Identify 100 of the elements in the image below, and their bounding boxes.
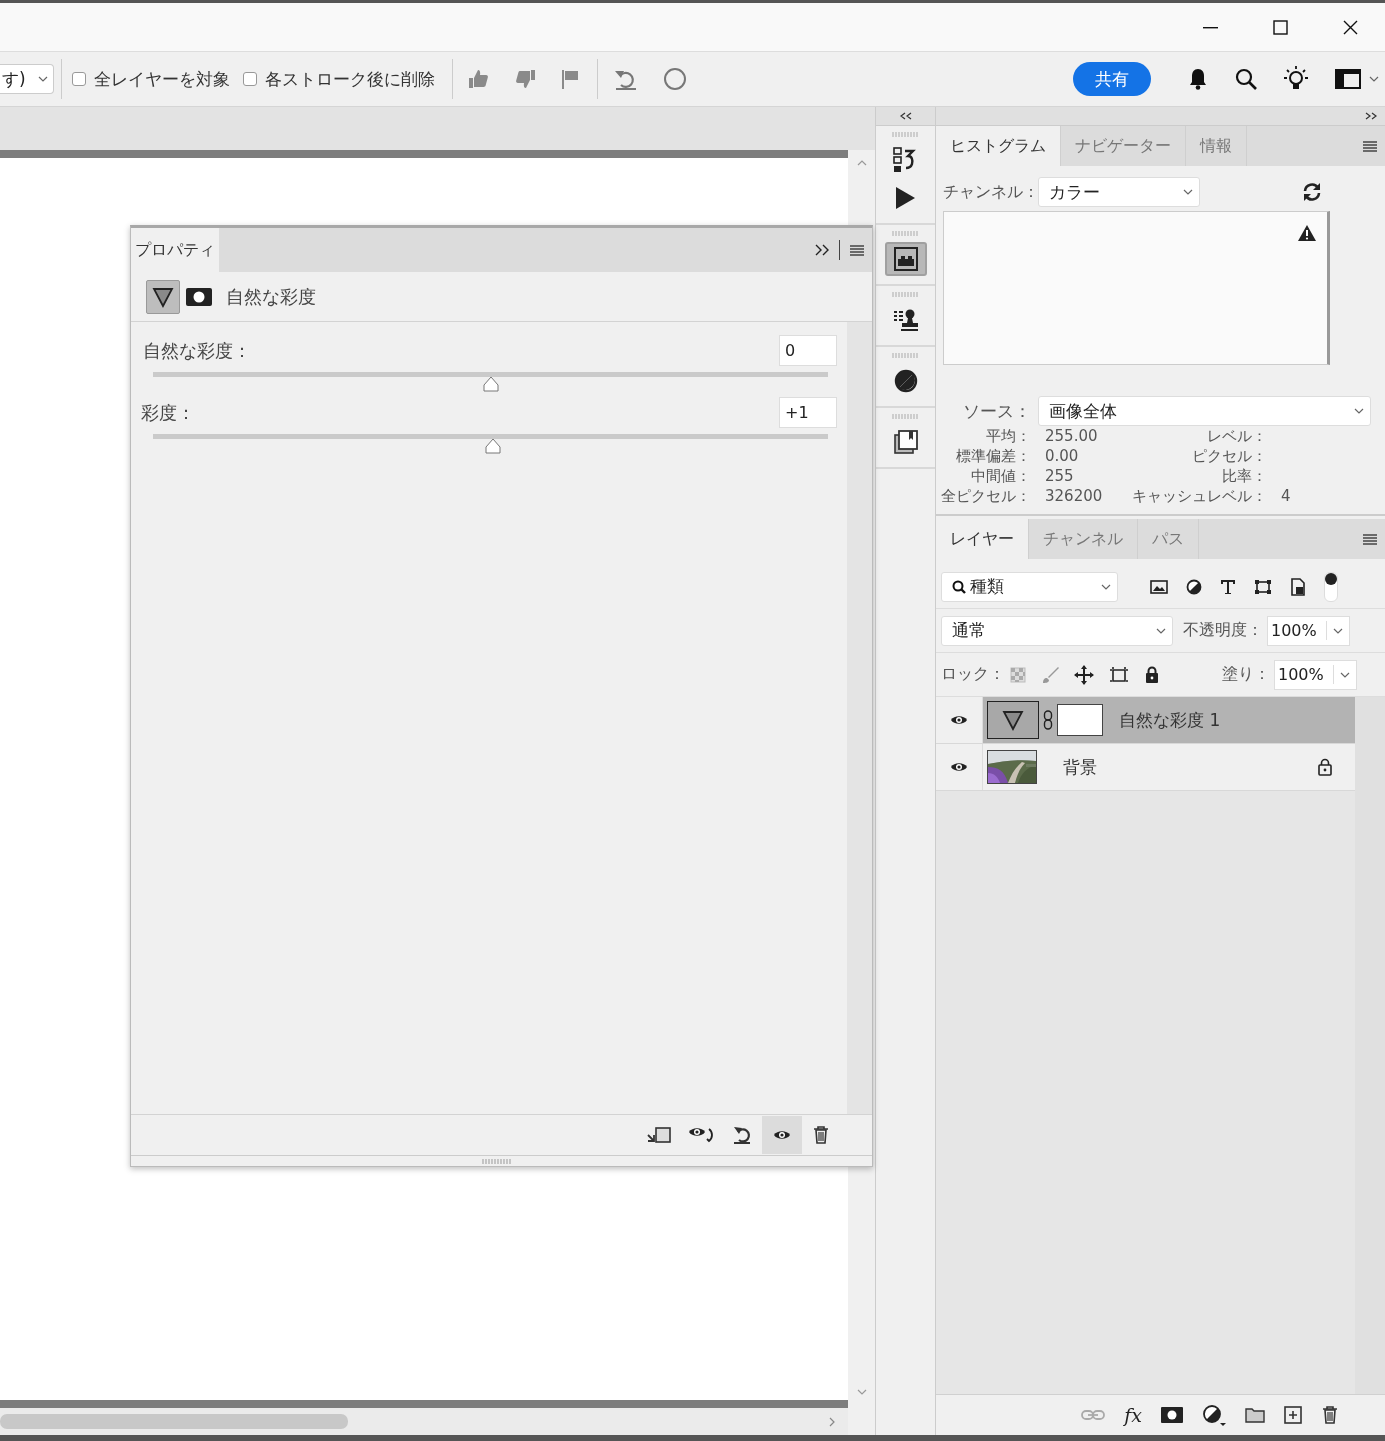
- half-circle-icon[interactable]: [1202, 1404, 1226, 1426]
- type-icon[interactable]: [1220, 578, 1236, 595]
- value-field[interactable]: 0: [779, 335, 837, 366]
- folder-icon[interactable]: [1245, 1407, 1265, 1423]
- chevron-down-icon[interactable]: [1101, 583, 1111, 590]
- thumbs-down-icon[interactable]: [514, 69, 536, 89]
- layer-row[interactable]: 背景: [936, 744, 1355, 791]
- fill-label: 塗り：: [1222, 664, 1270, 685]
- visibility-button[interactable]: [762, 1116, 802, 1154]
- lock-label: ロック：: [941, 664, 1005, 685]
- search-icon[interactable]: [1235, 68, 1257, 90]
- panel-tab[interactable]: プロパティ: [131, 228, 219, 272]
- scrollbar[interactable]: [847, 322, 872, 1114]
- smart-object-icon[interactable]: [1290, 577, 1306, 596]
- menu-icon[interactable]: [850, 244, 864, 256]
- checkerboard-icon[interactable]: [1010, 666, 1026, 683]
- close-icon[interactable]: [1342, 19, 1358, 35]
- bell-icon[interactable]: [1187, 68, 1209, 90]
- adjustment-button[interactable]: [146, 279, 180, 314]
- eye-cycle-icon[interactable]: [688, 1125, 716, 1145]
- scrollbar[interactable]: [1355, 697, 1385, 1394]
- eye-icon[interactable]: [950, 760, 968, 774]
- new-layer-icon[interactable]: [1284, 1406, 1302, 1424]
- scrollbar-thumb[interactable]: [0, 1414, 348, 1429]
- reset-icon[interactable]: [732, 1124, 752, 1146]
- expand-icon[interactable]: [1365, 112, 1377, 120]
- collapse-icon[interactable]: [899, 112, 912, 120]
- stat-label: 標準偏差：: [955, 447, 1031, 467]
- preset-dropdown[interactable]: す): [0, 64, 54, 94]
- artboard-icon[interactable]: [1109, 665, 1129, 684]
- chevron-down-icon[interactable]: [1333, 627, 1343, 634]
- lightbulb-icon[interactable]: [1283, 66, 1309, 92]
- checkbox[interactable]: [243, 72, 257, 86]
- stat-value: 0.00: [1044, 447, 1080, 467]
- stat-value: 255.00: [1044, 427, 1099, 447]
- warning-icon[interactable]: [1297, 224, 1317, 242]
- circle-icon[interactable]: [663, 67, 687, 91]
- clip-to-layer-icon[interactable]: [646, 1126, 672, 1144]
- dock-button[interactable]: [884, 242, 927, 276]
- checkbox[interactable]: [72, 72, 86, 86]
- adjustment-title: 自然な彩度: [226, 284, 316, 309]
- move-icon[interactable]: [1074, 664, 1094, 685]
- chevron-down-icon[interactable]: [1354, 408, 1364, 414]
- effects-button[interactable]: fx: [1124, 1404, 1142, 1426]
- lock-icon[interactable]: [1144, 665, 1160, 684]
- grip-icon[interactable]: [891, 292, 920, 297]
- stamp-icon: [892, 307, 919, 333]
- image-filter-icon[interactable]: [1150, 579, 1168, 594]
- chevron-down-icon[interactable]: [1340, 671, 1350, 678]
- transform-icon[interactable]: [1254, 578, 1272, 595]
- stat-value: 4: [1280, 487, 1292, 507]
- dropdown-value: カラー: [1049, 180, 1101, 204]
- trash-icon[interactable]: [812, 1125, 830, 1145]
- trash-icon[interactable]: [1321, 1405, 1339, 1425]
- lock-icon[interactable]: [1317, 758, 1333, 776]
- blend-mode-dropdown[interactable]: 通常: [941, 615, 1173, 646]
- chevron-right-icon[interactable]: [829, 1416, 835, 1427]
- search-icon: [952, 579, 966, 594]
- menu-icon[interactable]: [1363, 140, 1377, 152]
- grip-icon[interactable]: [891, 132, 920, 137]
- refresh-icon[interactable]: [1302, 182, 1322, 202]
- opacity-field[interactable]: 100%: [1267, 615, 1350, 646]
- resize-grip-icon[interactable]: [481, 1158, 512, 1164]
- panel-tab[interactable]: レイヤー: [936, 519, 1029, 559]
- horizontal-scrollbar[interactable]: [0, 1408, 848, 1435]
- grip-icon[interactable]: [891, 231, 920, 236]
- checkbox-label: 全レイヤーを対象: [94, 67, 230, 91]
- chain-link-icon[interactable]: [1043, 710, 1053, 730]
- workspace-icon[interactable]: [1335, 69, 1361, 89]
- mask-icon[interactable]: [186, 287, 212, 306]
- stat-label: キャッシュレベル：: [1131, 487, 1267, 507]
- mask-icon[interactable]: [1161, 1407, 1183, 1423]
- maximize-icon[interactable]: [1272, 19, 1288, 35]
- thumbs-up-icon[interactable]: [468, 69, 490, 89]
- half-circle-icon[interactable]: [1186, 578, 1202, 595]
- preset-value: す): [1, 67, 26, 91]
- layer-row[interactable]: 自然な彩度 1: [936, 697, 1355, 744]
- filter-dropdown[interactable]: 種類: [941, 571, 1118, 602]
- fill-field[interactable]: 100%: [1274, 659, 1357, 690]
- chevron-down-icon[interactable]: [1156, 627, 1166, 634]
- double-chevron-icon[interactable]: [815, 244, 829, 256]
- filter-toggle[interactable]: [1324, 571, 1338, 602]
- eye-icon[interactable]: [950, 713, 968, 727]
- channel-dropdown[interactable]: カラー: [1038, 177, 1200, 207]
- dropdown-value: 通常: [952, 619, 987, 642]
- source-dropdown[interactable]: 画像全体: [1038, 396, 1371, 426]
- checkbox-label: 各ストローク後に削除: [265, 67, 435, 91]
- chevron-down-icon[interactable]: [38, 76, 48, 82]
- chevron-down-icon[interactable]: [1369, 76, 1379, 82]
- mask-thumbnail: [1057, 704, 1103, 736]
- panel-tab[interactable]: ヒストグラム: [936, 126, 1061, 166]
- menu-icon[interactable]: [1363, 533, 1377, 545]
- share-button[interactable]: 共有: [1073, 62, 1151, 96]
- grip-icon[interactable]: [891, 414, 920, 419]
- stat-label: ピクセル：: [1191, 447, 1267, 467]
- chevron-down-icon[interactable]: [1183, 189, 1193, 195]
- value-field[interactable]: +1: [779, 397, 837, 428]
- grip-icon[interactable]: [891, 353, 920, 358]
- fill-value: 100%: [1275, 665, 1334, 684]
- flag-icon[interactable]: [560, 69, 580, 89]
